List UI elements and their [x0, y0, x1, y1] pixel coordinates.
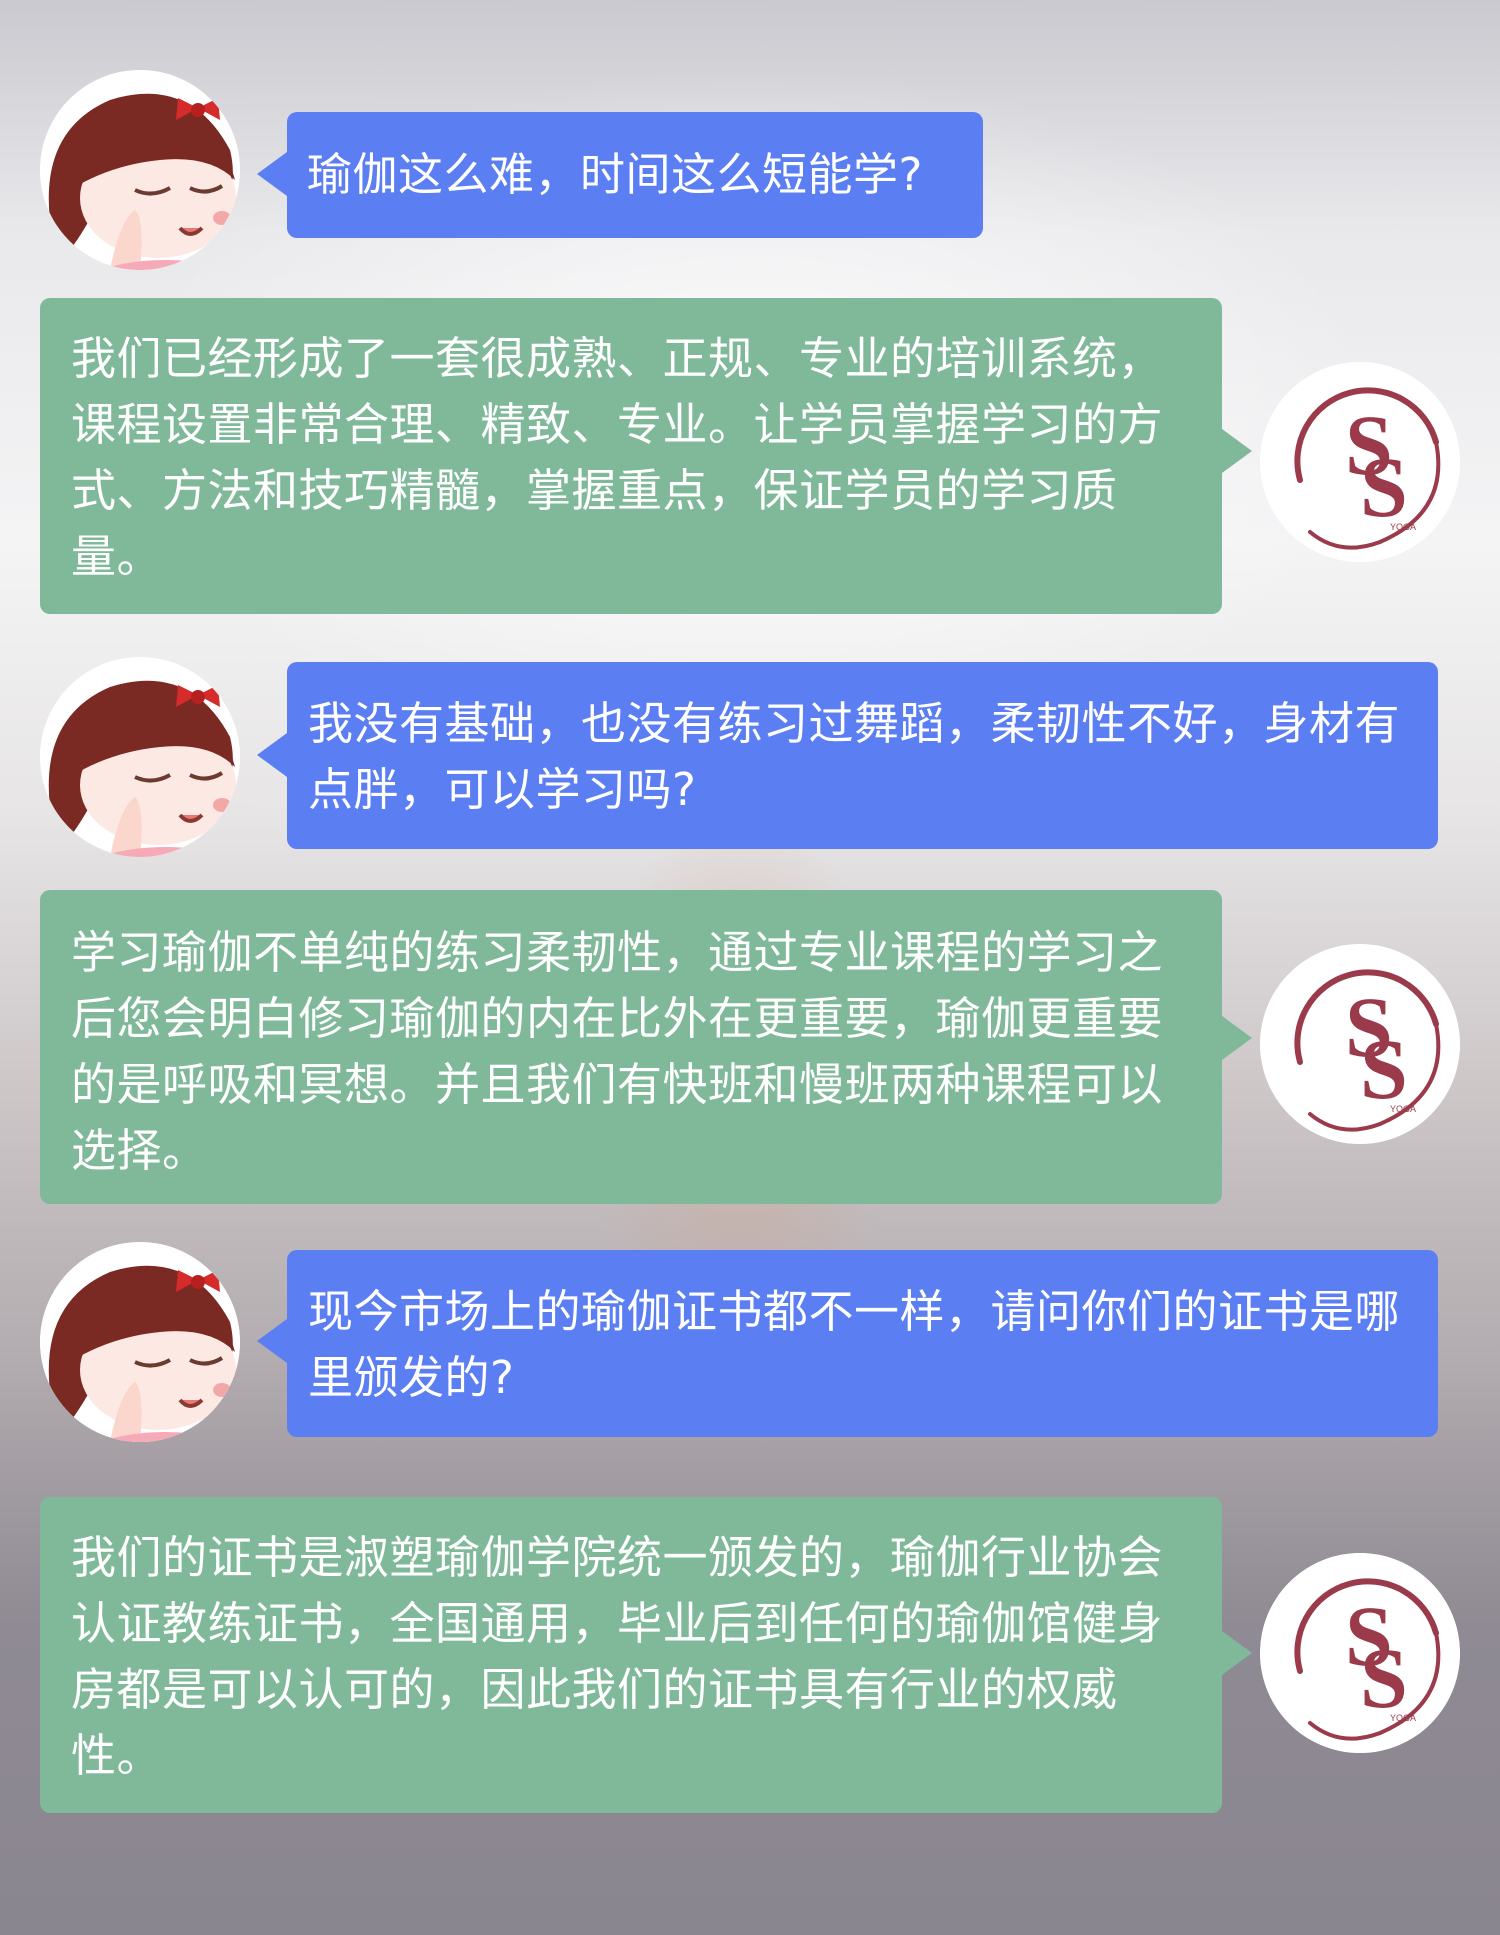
user-avatar-icon	[40, 657, 240, 857]
bubble-tail-icon	[1222, 429, 1252, 473]
ss-yoga-logo-icon: S S YOGA	[1260, 944, 1460, 1144]
logo-sub-text: YOGA	[1390, 522, 1416, 532]
user-avatar-icon	[40, 1242, 240, 1442]
bubble-tail-icon	[257, 152, 287, 196]
logo-sub-text: YOGA	[1390, 1104, 1416, 1114]
logo-sub-text: YOGA	[1390, 1713, 1416, 1723]
message-text: 学习瑜伽不单纯的练习柔韧性，通过专业课程的学习之后您会明白修习瑜伽的内在比外在更…	[71, 926, 1164, 1177]
message-text: 现今市场上的瑜伽证书都不一样，请问你们的证书是哪里颁发的?	[308, 1285, 1401, 1404]
svg-text:S: S	[1360, 1630, 1408, 1726]
bubble-tail-icon	[1222, 1016, 1252, 1060]
ss-yoga-logo-icon: S S YOGA	[1260, 1553, 1460, 1753]
chat-message-bot-3: 我们的证书是淑塑瑜伽学院统一颁发的，瑜伽行业协会认证教练证书，全国通用，毕业后到…	[40, 1497, 1252, 1813]
chat-message-user-1: 瑜伽这么难，时间这么短能学?	[257, 112, 983, 238]
ss-yoga-logo-icon: S S YOGA	[1260, 362, 1460, 562]
bubble-tail-icon	[1222, 1631, 1252, 1675]
chat-message-bot-2: 学习瑜伽不单纯的练习柔韧性，通过专业课程的学习之后您会明白修习瑜伽的内在比外在更…	[40, 890, 1252, 1204]
chat-message-user-2: 我没有基础，也没有练习过舞蹈，柔韧性不好，身材有点胖，可以学习吗?	[257, 662, 1438, 849]
chat-message-bot-1: 我们已经形成了一套很成熟、正规、专业的培训系统，课程设置非常合理、精致、专业。让…	[40, 298, 1252, 614]
message-text: 瑜伽这么难，时间这么短能学?	[307, 148, 923, 201]
svg-text:S: S	[1360, 439, 1408, 535]
bubble-tail-icon	[257, 733, 287, 777]
message-text: 我们的证书是淑塑瑜伽学院统一颁发的，瑜伽行业协会认证教练证书，全国通用，毕业后到…	[71, 1531, 1164, 1782]
svg-text:S: S	[1360, 1021, 1408, 1117]
message-text: 我没有基础，也没有练习过舞蹈，柔韧性不好，身材有点胖，可以学习吗?	[308, 697, 1401, 816]
user-avatar-icon	[40, 70, 240, 270]
message-text: 我们已经形成了一套很成熟、正规、专业的培训系统，课程设置非常合理、精致、专业。让…	[71, 332, 1164, 583]
chat-message-user-3: 现今市场上的瑜伽证书都不一样，请问你们的证书是哪里颁发的?	[257, 1250, 1438, 1437]
bubble-tail-icon	[257, 1319, 287, 1363]
